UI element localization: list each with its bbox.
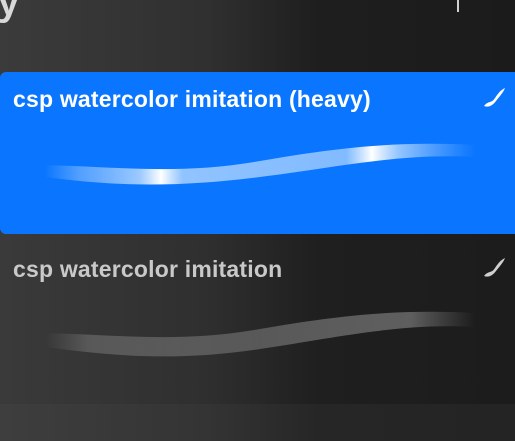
- brush-stroke-preview: [45, 143, 475, 185]
- brush-stroke-preview: [45, 311, 475, 357]
- brush-stroke-icon: [484, 88, 505, 107]
- brush-list-footer: [0, 404, 515, 441]
- brush-name-label: csp watercolor imitation: [13, 256, 283, 282]
- brush-library-panel: y csp watercolor imitation (heavy) csp w…: [0, 0, 515, 441]
- brush-stroke-icon: [484, 258, 505, 277]
- brush-name-label: csp watercolor imitation (heavy): [13, 86, 371, 112]
- brush-set-header: y: [0, 0, 515, 72]
- brush-item-csp-watercolor-heavy[interactable]: csp watercolor imitation (heavy): [0, 72, 515, 234]
- scroll-indicator: [457, 0, 459, 12]
- brush-set-title: y: [0, 0, 20, 24]
- brush-item-csp-watercolor[interactable]: csp watercolor imitation: [0, 242, 515, 404]
